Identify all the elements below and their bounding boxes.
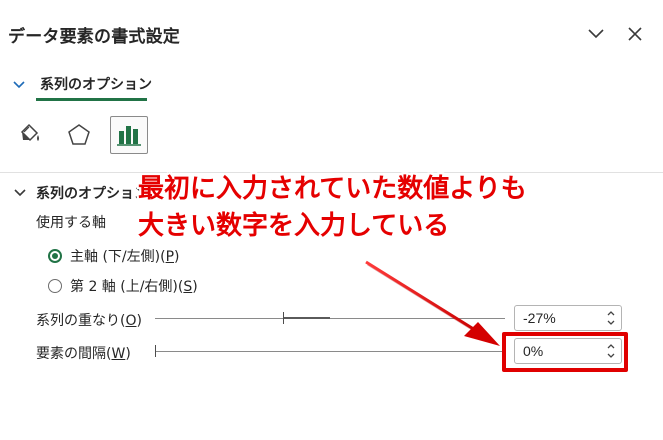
bar-chart-icon	[117, 126, 141, 146]
chevron-down-icon	[14, 189, 26, 197]
chevron-down-icon	[13, 81, 25, 89]
gap-width-slider-track[interactable]	[155, 351, 505, 352]
section-tab-label: 系列のオプション	[40, 77, 152, 93]
radio-button-checked[interactable]	[48, 249, 62, 263]
pentagon-icon	[68, 124, 90, 145]
group-label: 系列のオプション	[36, 186, 148, 202]
series-overlap-value[interactable]: -27%	[523, 310, 556, 326]
series-overlap-slider-track[interactable]	[155, 318, 505, 319]
chevron-down-icon	[588, 29, 604, 39]
close-icon	[628, 27, 642, 41]
annotation-text-line1: 最初に入力されていた数値よりも	[138, 174, 527, 204]
fill-line-icon	[20, 123, 39, 142]
primary-axis-radio[interactable]: 主軸 (下/左側)(P)	[48, 245, 179, 267]
pane-title: データ要素の書式設定	[8, 27, 180, 47]
series-overlap-slider-thumb[interactable]	[283, 312, 284, 324]
pane-options-button[interactable]	[586, 24, 606, 44]
gap-width-label: 要素の間隔(W)	[36, 346, 131, 362]
gap-width-slider-thumb[interactable]	[155, 345, 156, 357]
series-overlap-spinner[interactable]: -27%	[514, 305, 622, 331]
effects-tab[interactable]	[60, 116, 98, 154]
annotation-highlight-box	[502, 332, 628, 372]
annotation-text-line2: 大きい数字を入力している	[138, 211, 450, 241]
secondary-axis-radio[interactable]: 第 2 軸 (上/右側)(S)	[48, 275, 198, 297]
series-overlap-slider-fill	[283, 317, 330, 319]
fill-line-tab[interactable]	[10, 116, 48, 154]
axis-label: 使用する軸	[36, 215, 106, 231]
series-options-tab[interactable]	[110, 116, 148, 154]
radio-button[interactable]	[48, 279, 62, 293]
close-pane-button[interactable]	[625, 24, 645, 44]
secondary-axis-label: 第 2 軸 (上/右側)(S)	[70, 279, 198, 295]
spinner-arrows-icon[interactable]	[605, 309, 617, 327]
series-overlap-label: 系列の重なり(O)	[36, 313, 142, 329]
active-tab-underline	[36, 98, 147, 101]
primary-axis-label: 主軸 (下/左側)(P)	[70, 249, 180, 265]
